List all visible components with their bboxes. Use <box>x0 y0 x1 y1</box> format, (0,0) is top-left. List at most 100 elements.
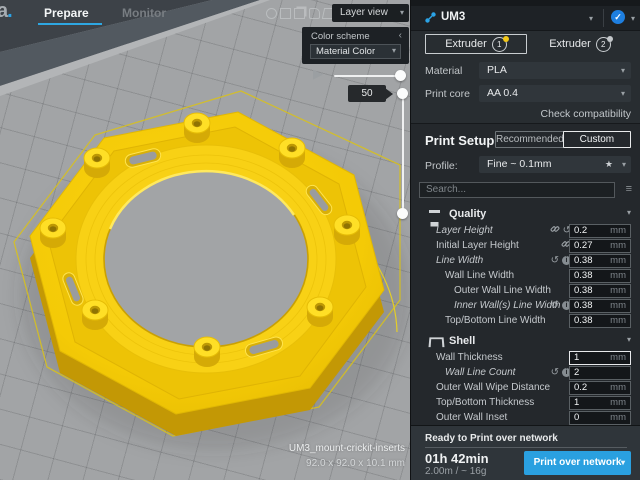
setting-label: Top/Bottom Thickness <box>436 397 534 408</box>
filter-menu-icon[interactable]: ≡ <box>626 183 632 195</box>
viewport-3d[interactable]: a. Prepare Monitor Layer view ▾ Color sc… <box>0 0 410 480</box>
settings-section-header[interactable]: Shell ▾ <box>411 333 640 351</box>
printcore-dropdown[interactable]: AA 0.4 ▾ <box>479 85 631 102</box>
machine-selector[interactable]: UM3 ▾ ✓ ▾ <box>411 6 640 31</box>
revert-value-icon[interactable]: ↺ <box>551 367 559 378</box>
recommended-mode-button[interactable]: Recommended <box>496 132 564 147</box>
setting-unit: mm <box>610 285 626 297</box>
tab-prepare[interactable]: Prepare <box>44 6 89 20</box>
setting-row: Top/Bottom Thickness 1mm <box>411 396 640 411</box>
setting-value: 2 <box>574 367 579 378</box>
setting-row: Outer Wall Inset 0mm <box>411 411 640 425</box>
setting-value-input[interactable]: 2 <box>569 366 631 380</box>
view-top-icon[interactable] <box>294 8 305 19</box>
setting-row: Top/Bottom Line Width 0.38 mm <box>411 314 640 329</box>
settings-section-header[interactable]: Quality ▾ <box>411 206 640 224</box>
material-color-dot <box>607 36 613 42</box>
view-front-icon[interactable] <box>280 8 291 19</box>
revert-value-icon[interactable]: ↺ <box>551 255 559 266</box>
setting-unit: mm <box>610 270 626 282</box>
setting-unit: mm <box>610 315 626 327</box>
model-3d-render[interactable] <box>0 0 410 480</box>
chevron-down-icon: ▾ <box>622 156 626 173</box>
setting-value-input[interactable]: 0.38mm <box>569 254 631 268</box>
setting-value-input[interactable]: 0.2mm <box>569 224 631 238</box>
link-settings-icon[interactable] <box>550 224 560 237</box>
connection-check-icon[interactable]: ✓ <box>611 10 625 24</box>
setting-icons: ↺i <box>551 254 571 267</box>
setting-value-input[interactable]: 0mm <box>569 411 631 425</box>
color-scheme-dropdown[interactable]: Material Color ▾ <box>310 44 401 59</box>
setting-value: 0.38 <box>574 300 593 311</box>
setting-unit: mm <box>610 352 626 364</box>
setting-value-input[interactable]: 1mm <box>569 396 631 410</box>
setup-mode-switch: Recommended Custom <box>495 131 631 148</box>
chevron-down-icon[interactable]: ▾ <box>631 14 635 23</box>
setting-row: Outer Wall Wipe Distance0.2mm <box>411 381 640 396</box>
revert-value-icon[interactable]: ↺ <box>551 300 559 311</box>
extruder-config-section: Extruder 1 Extruder 2 Material PLA ▾ Pri… <box>411 31 640 124</box>
chevron-down-icon: ▾ <box>621 62 625 79</box>
setting-value-input[interactable]: 0.38 mm <box>569 314 631 328</box>
star-icon: ★ <box>605 156 613 173</box>
check-compatibility-link[interactable]: Check compatibility <box>541 108 631 120</box>
setting-value: 0.38 <box>574 315 593 326</box>
view-left-icon[interactable] <box>309 8 320 19</box>
setting-icons: ↺i <box>551 299 571 312</box>
settings-list[interactable]: Quality▾Layer Height↺0.2mmInitial Layer … <box>411 202 640 425</box>
extruder-2-number-icon: 2 <box>596 37 611 52</box>
setting-label: Wall Thickness <box>436 352 503 363</box>
material-color-dot <box>503 36 509 42</box>
material-dropdown[interactable]: PLA ▾ <box>479 62 631 79</box>
setting-value-input[interactable]: 0.38 mm <box>569 284 631 298</box>
setting-row: Wall Thickness 1mm <box>411 351 640 366</box>
setting-row: Wall Line Count↺i2 <box>411 366 640 381</box>
print-button-label: Print over network <box>534 457 622 468</box>
path-slider-handle[interactable] <box>395 70 406 81</box>
setting-label: Outer Wall Line Width <box>454 285 551 296</box>
view-3d-icon[interactable] <box>266 8 277 19</box>
chevron-down-icon[interactable]: ▾ <box>627 208 631 217</box>
layer-slider-track[interactable] <box>402 93 404 213</box>
simulation-play-button[interactable]: ▶ <box>313 66 323 82</box>
extruder-tab-label: Extruder <box>445 38 487 50</box>
view-mode-value: Layer view <box>340 7 388 18</box>
settings-search-input[interactable]: Search... <box>419 182 615 198</box>
layers-icon <box>429 210 440 222</box>
setting-label: Wall Line Count <box>445 367 515 378</box>
layer-slider-bottom-handle[interactable] <box>397 208 408 219</box>
tab-monitor[interactable]: Monitor <box>122 6 166 20</box>
setting-value: 0.38 <box>574 285 593 296</box>
setting-row: Inner Wall(s) Line Width↺i0.38mm <box>411 299 640 314</box>
divider <box>425 447 627 448</box>
tab-extruder-2[interactable]: Extruder 2 <box>529 34 631 54</box>
profile-dropdown[interactable]: Fine ~ 0.1mm ★ ▾ <box>479 156 631 173</box>
view-mode-dropdown[interactable]: Layer view ▾ <box>332 4 409 22</box>
setting-value-input[interactable]: 0.38mm <box>569 269 631 283</box>
print-over-network-button[interactable]: Print over network ▾ <box>524 451 631 475</box>
setting-value-input[interactable]: 0.27mm <box>569 239 631 253</box>
section-title: Quality <box>449 208 486 220</box>
setting-label: Line Width <box>436 255 483 266</box>
chevron-down-icon[interactable]: ▾ <box>627 335 631 344</box>
profile-label: Profile: <box>425 160 458 172</box>
color-scheme-label: Color scheme <box>311 31 370 42</box>
setting-value-input[interactable]: 0.38mm <box>569 299 631 313</box>
section-title: Shell <box>449 335 475 347</box>
custom-mode-button[interactable]: Custom <box>563 131 631 148</box>
collapse-panel-icon[interactable]: ‹ <box>399 30 402 41</box>
setting-value: 0 <box>574 412 579 423</box>
setting-unit: mm <box>610 240 626 252</box>
setting-row: Line Width ↺i0.38mm <box>411 254 640 269</box>
setting-label: Inner Wall(s) Line Width <box>454 300 560 311</box>
setting-label: Top/Bottom Line Width <box>445 315 546 326</box>
print-time-estimate: 01h 42min <box>425 451 489 466</box>
setting-value-input[interactable]: 0.2mm <box>569 381 631 395</box>
layer-slider-top-handle[interactable] <box>397 88 408 99</box>
chevron-down-icon: ▾ <box>621 85 625 102</box>
tab-extruder-1[interactable]: Extruder 1 <box>425 34 527 54</box>
setting-value-input[interactable]: 1mm <box>569 351 631 365</box>
setting-row: Outer Wall Line Width 0.38 mm <box>411 284 640 299</box>
active-tab-underline <box>38 23 102 25</box>
setting-label: Outer Wall Inset <box>436 412 507 423</box>
